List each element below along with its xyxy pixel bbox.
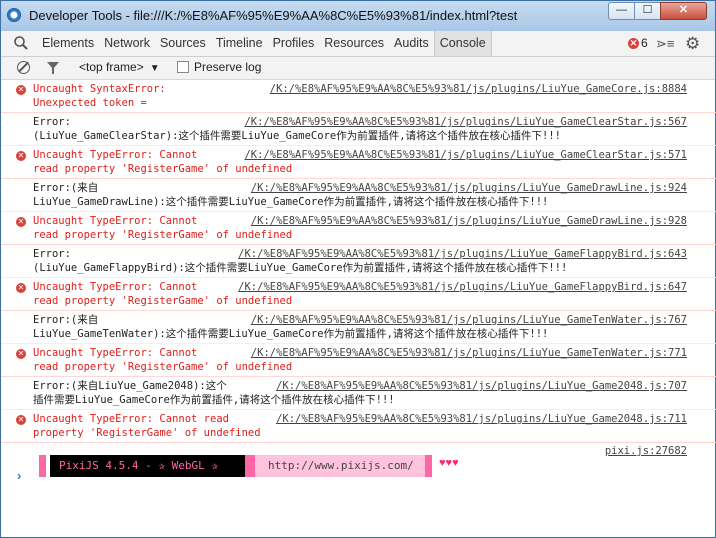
message-source-link[interactable]: /K:/%E8%AF%95%E9%AA%8C%E5%93%81/js/plugi… <box>276 412 687 426</box>
close-button[interactable]: ✕ <box>660 2 707 20</box>
console-error-message: ✕ /K:/%E8%AF%95%E9%AA%8C%E5%93%81/js/plug… <box>1 80 716 113</box>
error-count: 6 <box>641 36 648 50</box>
chevron-down-icon: ▼ <box>149 63 160 74</box>
message-source-link[interactable]: /K:/%E8%AF%95%E9%AA%8C%E5%93%81/js/plugi… <box>251 181 687 195</box>
search-icon[interactable] <box>13 35 29 51</box>
message-source-link[interactable]: /K:/%E8%AF%95%E9%AA%8C%E5%93%81/js/plugi… <box>244 115 687 129</box>
checkbox-box[interactable] <box>177 61 189 73</box>
dock-side-icon[interactable]: ⋗≡ <box>656 36 674 52</box>
console-log-message: /K:/%E8%AF%95%E9%AA%8C%E5%93%81/js/plugi… <box>1 311 716 344</box>
tab-profiles[interactable]: Profiles <box>268 31 320 56</box>
panel-tabs: Elements Network Sources Timeline Profiles Re… <box>37 31 492 56</box>
console-log-message: /K:/%E8%AF%95%E9%AA%8C%E5%93%81/js/plugi… <box>1 245 716 278</box>
error-counter[interactable]: ✕ 6 <box>628 36 648 50</box>
gear-icon[interactable]: ⚙ <box>685 34 700 54</box>
devtools-window: Developer Tools - file:///K:/%E8%AF%95%E… <box>0 0 716 538</box>
message-source-link[interactable]: /K:/%E8%AF%95%E9%AA%8C%E5%93%81/js/plugi… <box>276 379 687 393</box>
banner-stripe <box>245 455 255 477</box>
message-source-link[interactable]: /K:/%E8%AF%95%E9%AA%8C%E5%93%81/js/plugi… <box>251 313 687 327</box>
pixi-banner-message: pixi.js:27682 PixiJS 4.5.4 - ✰ WebGL ✰ h… <box>1 443 716 477</box>
console-log-message: /K:/%E8%AF%95%E9%AA%8C%E5%93%81/js/plugi… <box>1 179 716 212</box>
message-source-link[interactable]: /K:/%E8%AF%95%E9%AA%8C%E5%93%81/js/plugi… <box>244 148 687 162</box>
message-source-link[interactable]: /K:/%E8%AF%95%E9%AA%8C%E5%93%81/js/plugi… <box>238 247 687 261</box>
maximize-button[interactable]: ☐ <box>634 2 661 20</box>
console-log-message: /K:/%E8%AF%95%E9%AA%8C%E5%93%81/js/plugi… <box>1 377 716 410</box>
message-text: Uncaught TypeError: Cannot read property… <box>33 413 261 439</box>
message-source-link[interactable]: /K:/%E8%AF%95%E9%AA%8C%E5%93%81/js/plugi… <box>238 280 687 294</box>
banner-stripe <box>425 455 432 477</box>
tab-sources[interactable]: Sources <box>155 31 211 56</box>
title-bar: Developer Tools - file:///K:/%E8%AF%95%E… <box>1 1 715 31</box>
error-icon: ✕ <box>16 415 26 425</box>
tab-timeline[interactable]: Timeline <box>211 31 268 56</box>
message-text: Uncaught SyntaxError: Unexpected token = <box>33 83 166 109</box>
console-error-message: ✕ /K:/%E8%AF%95%E9%AA%8C%E5%93%81/js/plug… <box>1 344 716 377</box>
error-icon: ✕ <box>628 37 639 49</box>
banner-url: http://www.pixijs.com/ <box>255 455 425 477</box>
panel-tab-bar: Elements Network Sources Timeline Profiles Re… <box>1 31 715 57</box>
console-prompt[interactable]: › <box>17 468 21 483</box>
error-icon: ✕ <box>16 85 26 95</box>
tab-resources[interactable]: Resources <box>319 31 389 56</box>
banner-stripe <box>39 455 46 477</box>
error-icon: ✕ <box>16 151 26 161</box>
console-messages: ✕ /K:/%E8%AF%95%E9%AA%8C%E5%93%81/js/plug… <box>1 80 716 477</box>
window-title: Developer Tools - file:///K:/%E8%AF%95%E… <box>29 8 518 23</box>
message-source-link[interactable]: /K:/%E8%AF%95%E9%AA%8C%E5%93%81/js/plugi… <box>270 82 687 96</box>
banner-hearts: ♥♥♥ <box>439 457 459 469</box>
console-error-message: ✕ /K:/%E8%AF%95%E9%AA%8C%E5%93%81/js/plug… <box>1 146 716 179</box>
tab-network[interactable]: Network <box>99 31 155 56</box>
console-log-message: /K:/%E8%AF%95%E9%AA%8C%E5%93%81/js/plugi… <box>1 113 716 146</box>
message-source-link[interactable]: /K:/%E8%AF%95%E9%AA%8C%E5%93%81/js/plugi… <box>251 214 687 228</box>
banner-label: PixiJS 4.5.4 - ✰ WebGL ✰ <box>50 455 245 477</box>
frame-selector[interactable]: <top frame> ▼ <box>79 60 160 74</box>
preserve-log-checkbox[interactable]: Preserve log <box>177 60 261 74</box>
preserve-log-label: Preserve log <box>194 60 262 74</box>
minimize-button[interactable]: — <box>608 2 635 20</box>
error-icon: ✕ <box>16 349 26 359</box>
tab-elements[interactable]: Elements <box>37 31 99 56</box>
filter-icon[interactable] <box>47 62 59 74</box>
error-icon: ✕ <box>16 283 26 293</box>
console-toolbar: <top frame> ▼ Preserve log <box>1 57 715 80</box>
console-error-message: ✕ /K:/%E8%AF%95%E9%AA%8C%E5%93%81/js/plug… <box>1 410 716 443</box>
frame-selector-value: <top frame> <box>79 60 144 74</box>
tab-console[interactable]: Console <box>433 31 492 56</box>
clear-console-icon[interactable] <box>17 61 30 74</box>
chrome-devtools-icon <box>7 8 21 22</box>
console-error-message: ✕ /K:/%E8%AF%95%E9%AA%8C%E5%93%81/js/plug… <box>1 212 716 245</box>
message-source-link[interactable]: /K:/%E8%AF%95%E9%AA%8C%E5%93%81/js/plugi… <box>251 346 687 360</box>
tab-audits[interactable]: Audits <box>389 31 434 56</box>
error-icon: ✕ <box>16 217 26 227</box>
console-error-message: ✕ /K:/%E8%AF%95%E9%AA%8C%E5%93%81/js/plug… <box>1 278 716 311</box>
message-source-link[interactable]: pixi.js:27682 <box>605 445 687 457</box>
